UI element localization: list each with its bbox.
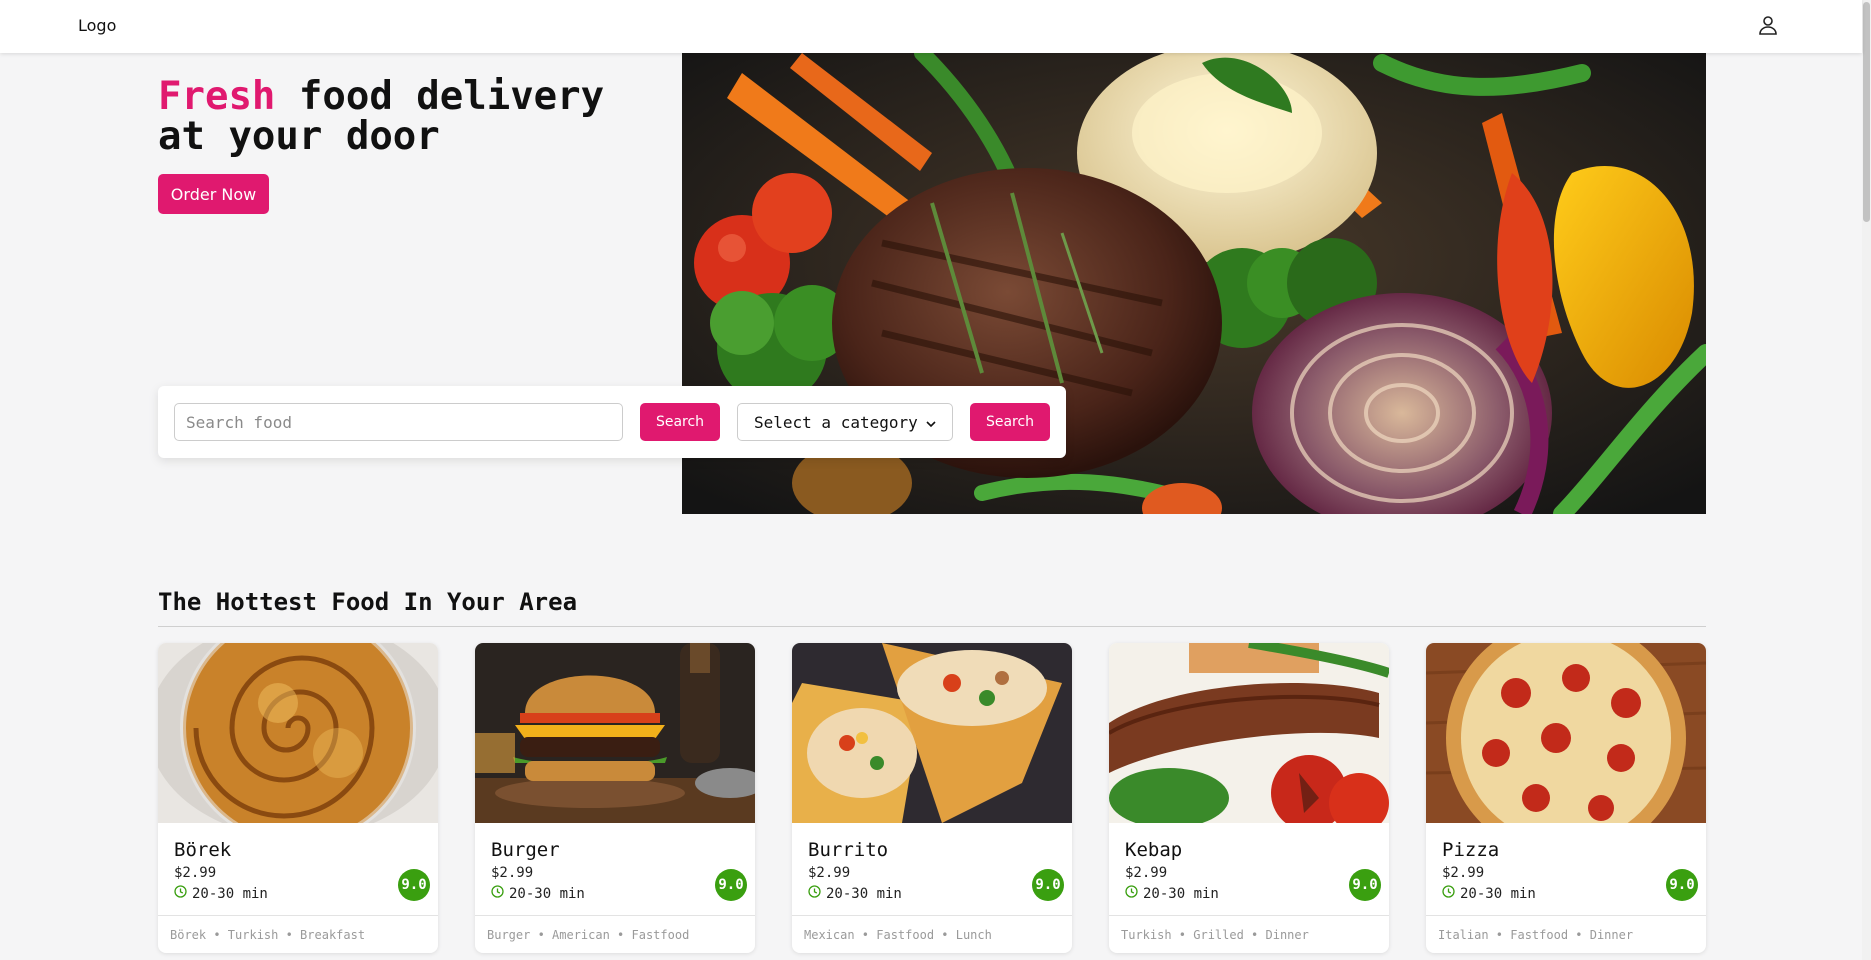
clock-icon [1125, 885, 1138, 902]
delivery-time-text: 20-30 min [826, 885, 902, 902]
delivery-time: 20-30 min [1125, 885, 1219, 902]
rating-badge: 9.0 [398, 869, 430, 901]
burrito-photo [792, 643, 1072, 823]
food-card-kebap[interactable]: Kebap $2.99 20-30 min 9.0 Turkish • Gril… [1109, 643, 1389, 953]
food-card-burrito[interactable]: Burrito $2.99 20-30 min 9.0 Mexican • Fa… [792, 643, 1072, 953]
food-name: Kebap [1125, 839, 1183, 861]
food-tags: Mexican • Fastfood • Lunch [804, 928, 992, 942]
borek-photo [158, 643, 438, 823]
page-scrollbar[interactable] [1862, 0, 1871, 960]
food-price: $2.99 [491, 865, 534, 881]
food-price: $2.99 [1442, 865, 1485, 881]
logo[interactable]: Logo [78, 16, 116, 35]
food-tags: Italian • Fastfood • Dinner [1438, 928, 1634, 942]
clock-icon [491, 885, 504, 902]
food-name: Pizza [1442, 839, 1500, 861]
food-name: Börek [174, 839, 232, 861]
search-panel: Search Select a category Search [158, 386, 1066, 458]
delivery-time-text: 20-30 min [1143, 885, 1219, 902]
user-icon[interactable] [1756, 13, 1780, 37]
search-button[interactable]: Search [640, 403, 720, 441]
section-divider [158, 626, 1706, 627]
navbar: Logo [0, 0, 1862, 53]
rating-badge: 9.0 [1349, 869, 1381, 901]
delivery-time-text: 20-30 min [1460, 885, 1536, 902]
food-price: $2.99 [174, 865, 217, 881]
food-name: Burrito [808, 839, 889, 861]
delivery-time-text: 20-30 min [509, 885, 585, 902]
food-tags: Burger • American • Fastfood [487, 928, 690, 942]
card-divider [158, 915, 438, 916]
card-divider [792, 915, 1072, 916]
rating-badge: 9.0 [1666, 869, 1698, 901]
card-divider [1426, 915, 1706, 916]
food-tags: Börek • Turkish • Breakfast [170, 928, 366, 942]
chevron-down-icon [926, 413, 936, 432]
delivery-time-text: 20-30 min [192, 885, 268, 902]
delivery-time: 20-30 min [1442, 885, 1536, 902]
clock-icon [174, 885, 187, 902]
food-tags: Turkish • Grilled • Dinner [1121, 928, 1309, 942]
delivery-time: 20-30 min [174, 885, 268, 902]
burger-photo [475, 643, 755, 823]
food-name: Burger [491, 839, 560, 861]
rating-badge: 9.0 [715, 869, 747, 901]
card-divider [475, 915, 755, 916]
section-title: The Hottest Food In Your Area [158, 588, 578, 616]
kebap-photo [1109, 643, 1389, 823]
rating-badge: 9.0 [1032, 869, 1064, 901]
search-food-input[interactable] [174, 403, 623, 441]
food-card-borek[interactable]: Börek $2.99 20-30 min 9.0 Börek • Turkis… [158, 643, 438, 953]
clock-icon [1442, 885, 1455, 902]
food-card-burger[interactable]: Burger $2.99 20-30 min 9.0 Burger • Amer… [475, 643, 755, 953]
pizza-photo [1426, 643, 1706, 823]
clock-icon [808, 885, 821, 902]
scrollbar-thumb[interactable] [1863, 2, 1870, 222]
delivery-time: 20-30 min [491, 885, 585, 902]
food-price: $2.99 [808, 865, 851, 881]
card-divider [1109, 915, 1389, 916]
food-card-pizza[interactable]: Pizza $2.99 20-30 min 9.0 Italian • Fast… [1426, 643, 1706, 953]
category-select-value: Select a category [754, 412, 918, 432]
delivery-time: 20-30 min [808, 885, 902, 902]
category-select[interactable]: Select a category [737, 403, 953, 441]
hero-title: Fresh food delivery at your door [158, 77, 678, 157]
category-search-button[interactable]: Search [970, 403, 1050, 441]
hero-title-line1: food delivery [275, 74, 605, 119]
food-price: $2.99 [1125, 865, 1168, 881]
hero-title-accent: Fresh [158, 74, 276, 119]
hero-title-line2: at your door [158, 114, 440, 159]
order-now-button[interactable]: Order Now [158, 174, 269, 214]
